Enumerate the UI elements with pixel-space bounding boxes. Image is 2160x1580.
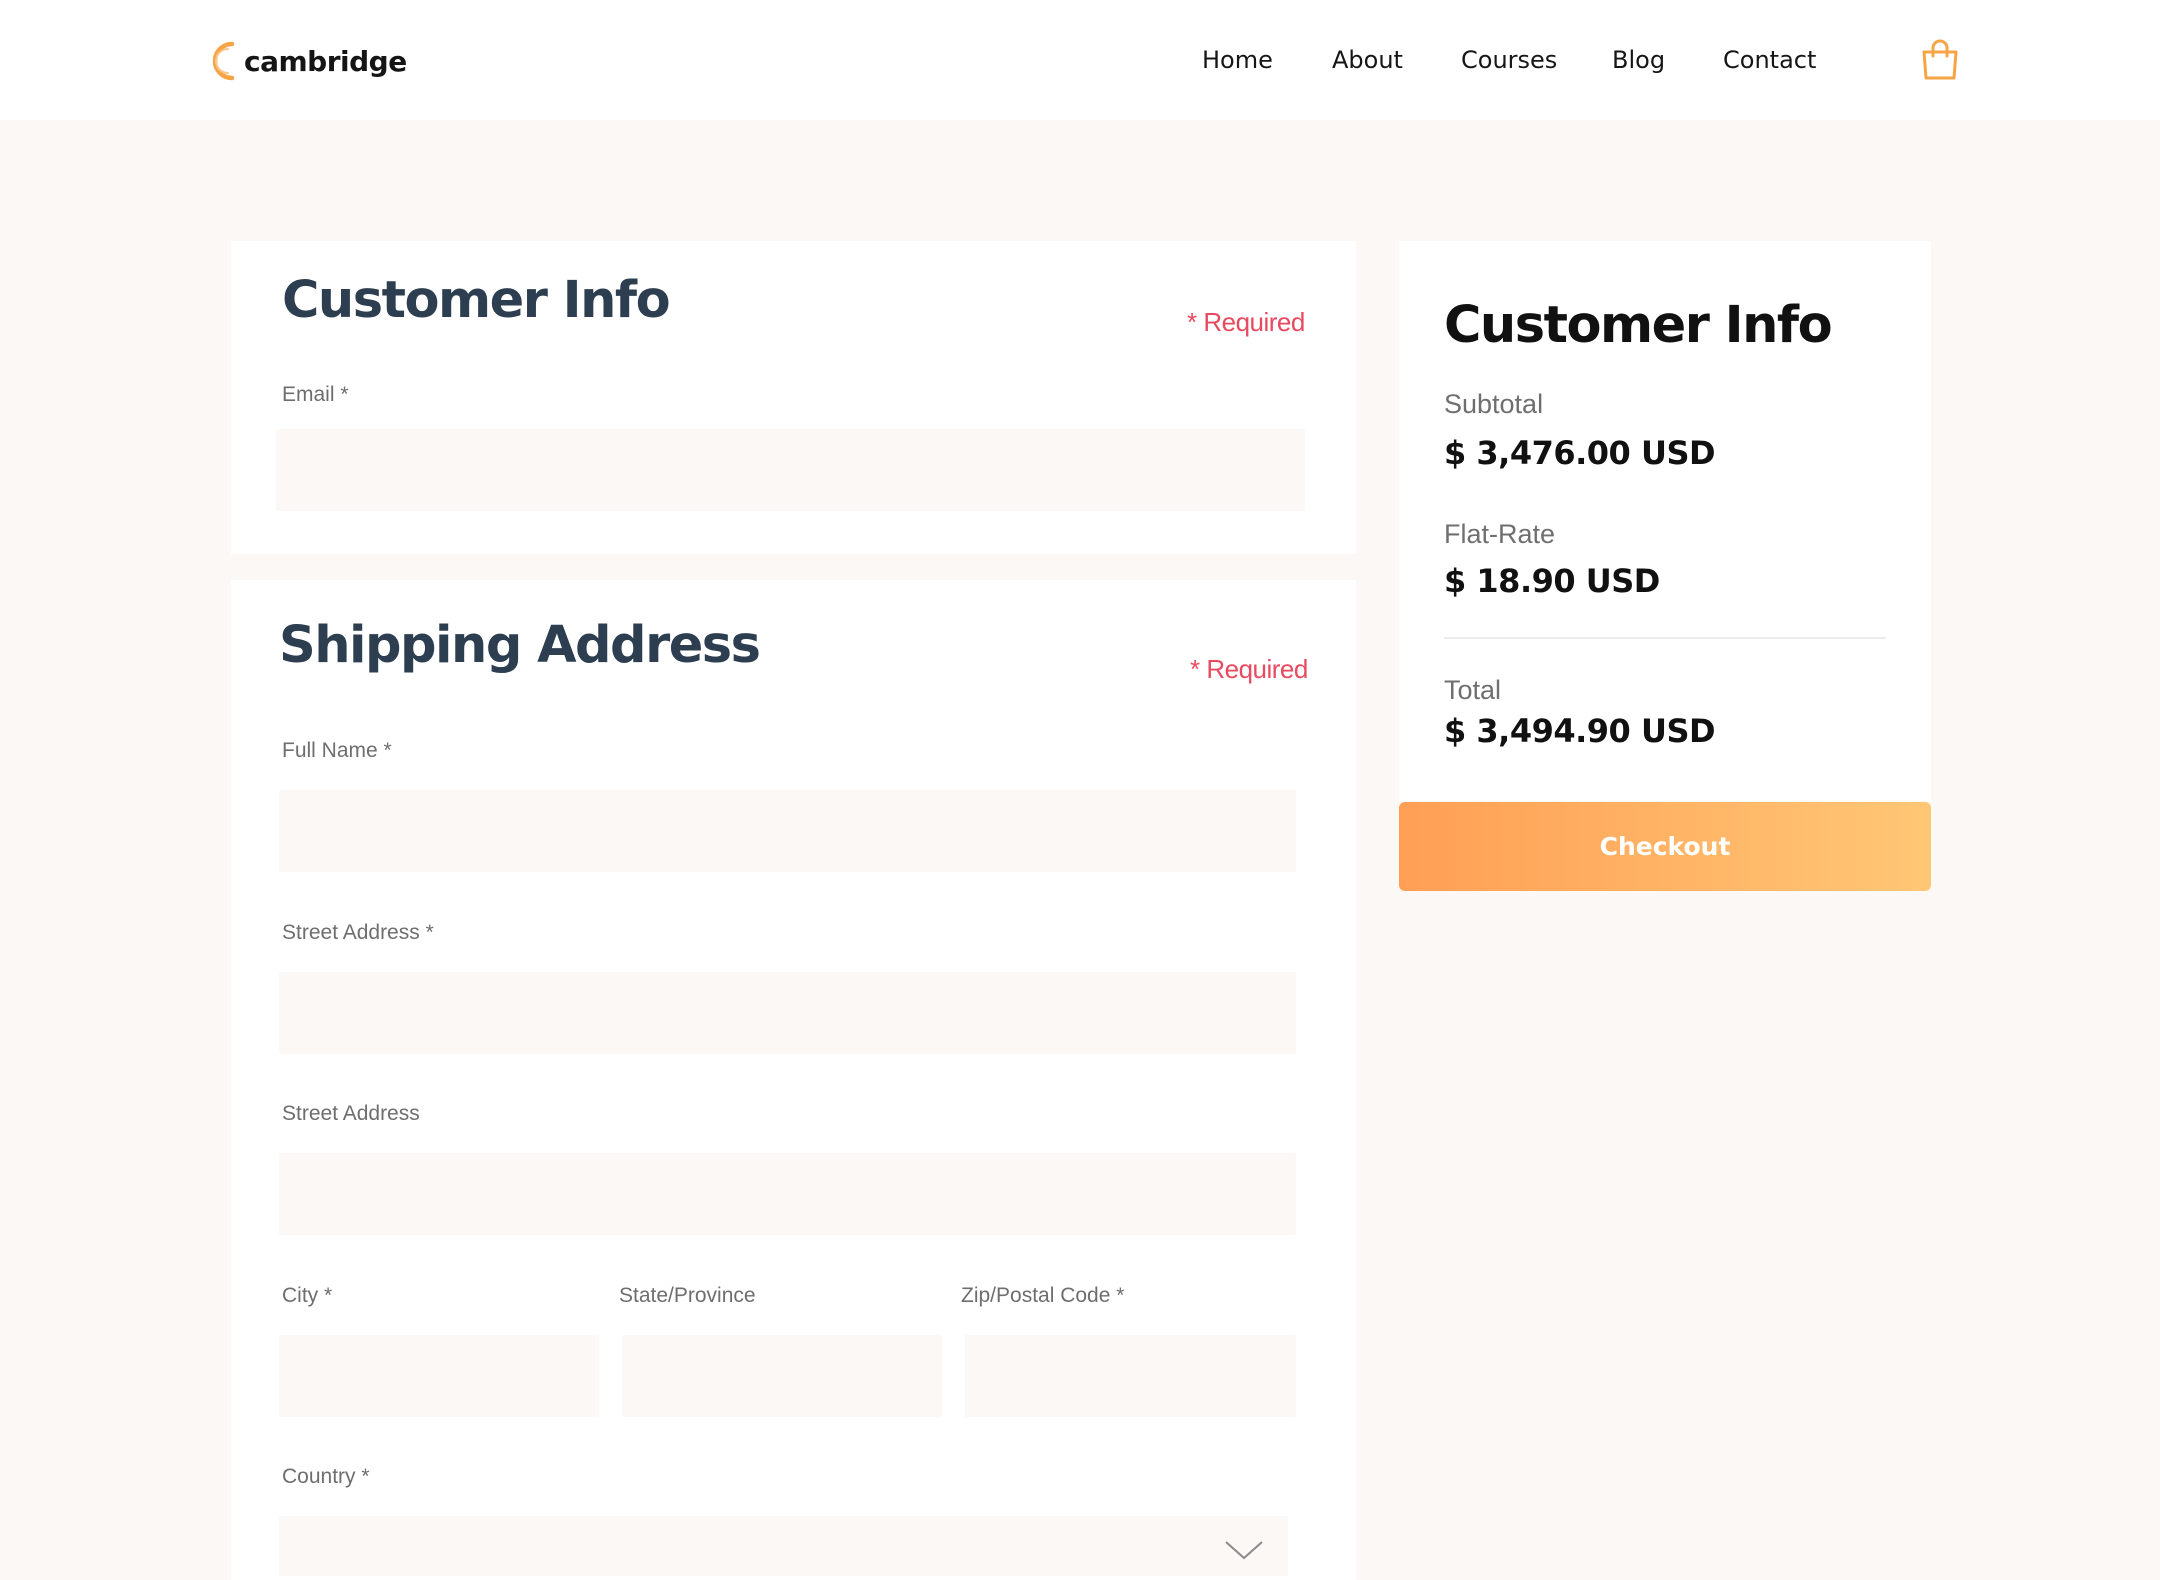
nav-link-home[interactable]: Home (1202, 40, 1273, 80)
summary-divider (1444, 637, 1886, 639)
customer-info-card: Customer Info * Required Email * (231, 241, 1356, 554)
required-note: * Required (1187, 307, 1305, 337)
shopping-bag-icon (1922, 39, 1958, 80)
checkout-button[interactable]: Checkout (1399, 802, 1931, 891)
shipping-address-card: Shipping Address * Required Full Name * … (231, 580, 1356, 1580)
street-address-2-label: Street Address (282, 1102, 420, 1125)
zip-code-label: Zip/Postal Code * (961, 1284, 1125, 1307)
city-label: City * (282, 1284, 333, 1307)
state-province-label: State/Province (619, 1284, 756, 1307)
brand-logo[interactable]: cambridge (202, 38, 407, 84)
email-label: Email * (282, 383, 349, 406)
order-summary-title: Customer Info (1444, 296, 1833, 355)
subtotal-value: $ 3,476.00 USD (1444, 434, 1716, 472)
crescent-logo-icon (212, 41, 235, 81)
subtotal-label: Subtotal (1444, 389, 1544, 419)
brand-name: cambridge (244, 44, 407, 78)
nav-link-about[interactable]: About (1332, 40, 1403, 80)
street-address-field[interactable] (279, 972, 1296, 1054)
shipping-address-title: Shipping Address (279, 616, 761, 675)
chevron-down-icon (1225, 1541, 1263, 1560)
street-address-2-field[interactable] (279, 1153, 1296, 1235)
email-field[interactable] (276, 429, 1305, 511)
top-navigation-bar: cambridge Home About Courses Blog Contac… (0, 0, 2160, 120)
cart-button[interactable] (1920, 38, 1960, 82)
order-summary-card: Customer Info Subtotal $ 3,476.00 USD Fl… (1399, 241, 1931, 801)
full-name-label: Full Name * (282, 739, 392, 762)
total-label: Total (1444, 675, 1502, 705)
flat-rate-value: $ 18.90 USD (1444, 562, 1660, 600)
city-field[interactable] (279, 1335, 599, 1417)
nav-link-courses[interactable]: Courses (1461, 40, 1557, 80)
total-value: $ 3,494.90 USD (1444, 712, 1716, 750)
nav-link-contact[interactable]: Contact (1723, 40, 1816, 80)
required-note: * Required (1190, 654, 1308, 684)
country-label: Country * (282, 1465, 370, 1488)
country-select[interactable] (279, 1516, 1288, 1576)
zip-code-field[interactable] (965, 1335, 1296, 1417)
full-name-field[interactable] (279, 790, 1296, 872)
nav-link-blog[interactable]: Blog (1612, 40, 1665, 80)
state-province-field[interactable] (622, 1335, 942, 1417)
street-address-label: Street Address * (282, 921, 434, 944)
flat-rate-label: Flat-Rate (1444, 519, 1556, 549)
customer-info-title: Customer Info (282, 271, 671, 330)
